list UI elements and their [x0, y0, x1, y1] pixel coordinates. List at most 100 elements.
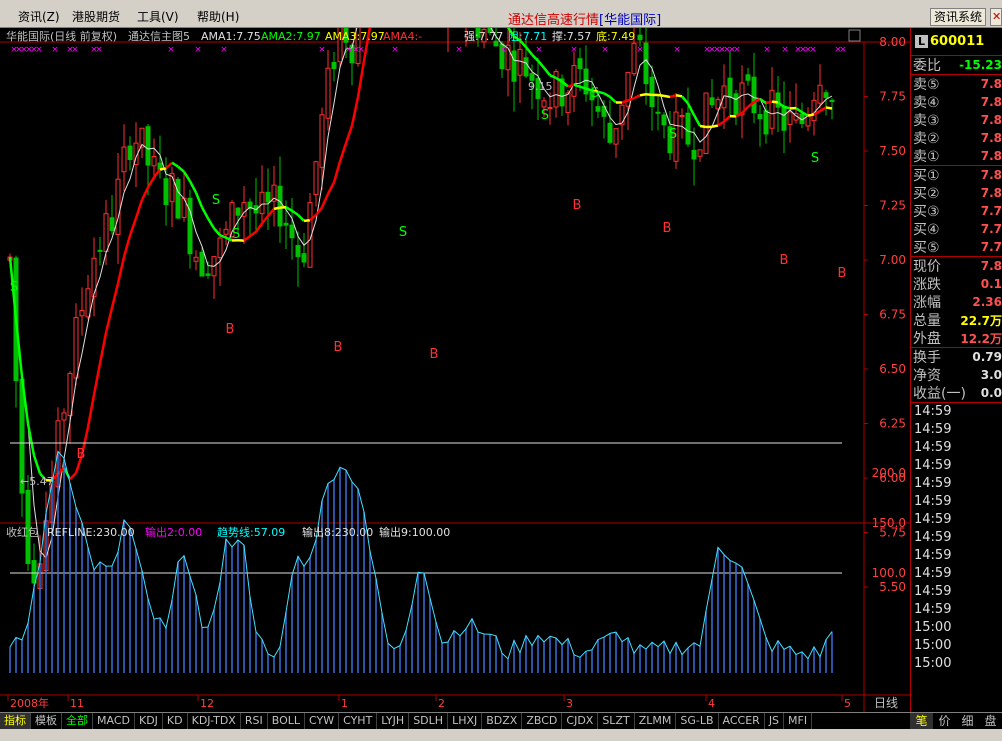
tab-slzt[interactable]: SLZT [598, 713, 635, 729]
ama-trend-line [243, 235, 251, 242]
signal-mark: × [51, 45, 59, 55]
signal-mark: × [194, 45, 202, 55]
tab-zlmm[interactable]: ZLMM [635, 713, 677, 729]
candle-body [607, 122, 613, 143]
app-title: 通达信高速行情[华能国际] [508, 9, 661, 28]
candle-body [187, 197, 193, 255]
buy-level-value: 7.7 [980, 222, 1002, 236]
candle-body [769, 89, 775, 129]
tab-sg-lb[interactable]: SG-LB [676, 713, 719, 729]
candle-body [73, 317, 79, 379]
tab-kdj[interactable]: KDJ [135, 713, 163, 729]
date-label: 1 [341, 697, 348, 710]
ama-trend-line [807, 113, 815, 117]
chart-restore-button[interactable] [848, 29, 861, 42]
stat-value: 2.36 [972, 295, 1002, 309]
tick-time: 15:00 [914, 620, 952, 635]
menu-hk-futures[interactable]: 港股期货 [72, 8, 120, 25]
fund-label: 换手 [913, 350, 941, 366]
tab-bdzx[interactable]: BDZX [482, 713, 523, 729]
header-di: 底:7.49 [596, 29, 635, 43]
sell-signal: S [212, 193, 220, 208]
ama-trend-line [537, 59, 545, 69]
buy-level-row: 买② 7.8 [911, 184, 1002, 202]
fund-value: 3.0 [980, 368, 1002, 382]
buy-level-row: 买③ 7.7 [911, 202, 1002, 220]
ama-trend-line [717, 120, 725, 127]
ama-trend-line [98, 332, 108, 364]
fund-row: 收益(一) 0.0 [911, 384, 1002, 402]
kline-chart[interactable]: 华能国际(日线 前复权) 通达信主图5 AMA1:7.75 AMA2:7.97 AMA3… [0, 28, 910, 712]
menu-help[interactable]: 帮助(H) [197, 8, 239, 25]
tab-全部[interactable]: 全部 [62, 713, 93, 729]
candle-body [511, 50, 517, 82]
tab-指标[interactable]: 指标 [0, 713, 31, 729]
stock-code[interactable]: 600011 [930, 34, 984, 49]
header-qiang: 强:7.77 [464, 30, 503, 43]
tab-kdj-tdx[interactable]: KDJ-TDX [188, 713, 241, 729]
header-ama3: AMA3:7.97 [325, 30, 385, 43]
tab-lhxj[interactable]: LHXJ [448, 713, 483, 729]
ama-trend-line [267, 208, 275, 217]
sell-level-row: 卖③ 7.8 [911, 111, 1002, 129]
ama-trend-line [104, 307, 114, 334]
candle-body [193, 256, 199, 262]
stat-value: 22.7万 [960, 313, 1002, 328]
tab-boll[interactable]: BOLL [268, 713, 305, 729]
high-annotation: 9.15 [528, 80, 553, 93]
menu-zixun[interactable]: 资讯(Z) [18, 8, 60, 25]
detail-tab[interactable]: 细 [956, 713, 979, 729]
indicator-tabs: 指标 模板 全部 MACD KDJ KD KDJ-TDX RSI BOLL CYW CYHT LYJH… [0, 712, 1002, 729]
weibi-label: 委比 [913, 58, 941, 74]
detail-tab[interactable]: 盘 [979, 713, 1002, 729]
level-badge: L [915, 35, 929, 48]
tab-zbcd[interactable]: ZBCD [522, 713, 563, 729]
menu-tools[interactable]: 工具(V) [137, 8, 179, 25]
stat-value: 0.1 [980, 277, 1002, 291]
ama-trend-line [663, 94, 671, 99]
buy-level-label: 买⑤ [913, 240, 940, 256]
detail-tab[interactable]: 笔 [910, 713, 933, 729]
tab-cjdx[interactable]: CJDX [562, 713, 599, 729]
buy-level-row: 买① 7.8 [911, 166, 1002, 184]
ama-trend-line [320, 193, 330, 208]
buy-signal: B [663, 221, 672, 236]
signal-mark: × [35, 45, 43, 55]
tick-time: 14:59 [914, 440, 952, 455]
tab-cyht[interactable]: CYHT [339, 713, 378, 729]
buy-signal: B [430, 347, 439, 362]
candle-body [175, 178, 181, 219]
tab-sdlh[interactable]: SDLH [409, 713, 449, 729]
candle-body [163, 178, 169, 206]
ama-trend-line [315, 206, 323, 216]
system-button[interactable]: 资讯系统 [930, 8, 987, 26]
detail-tab[interactable]: 价 [933, 713, 956, 729]
ama-trend-line [338, 142, 348, 162]
price-tick-label: 6.50 [879, 362, 906, 376]
candle-body [517, 48, 523, 76]
candle-body [289, 224, 295, 239]
tab-lyjh[interactable]: LYJH [377, 713, 410, 729]
tab-mfi[interactable]: MFI [784, 713, 813, 729]
signal-mark: × [601, 45, 609, 55]
signal-mark: × [455, 45, 463, 55]
tab-macd[interactable]: MACD [93, 713, 135, 729]
tab-js[interactable]: JS [765, 713, 785, 729]
tab-kd[interactable]: KD [163, 713, 188, 729]
price-tick-label: 7.25 [879, 199, 906, 213]
candle-body [265, 191, 271, 203]
ama-trend-line [356, 60, 366, 98]
tab-模板[interactable]: 模板 [31, 713, 62, 729]
close-icon[interactable]: ✕ [990, 8, 1002, 26]
tab-accer[interactable]: ACCER [719, 713, 765, 729]
sell-level-label: 卖④ [913, 95, 940, 111]
ama-trend-line [711, 124, 719, 129]
tab-cyw[interactable]: CYW [305, 713, 340, 729]
ama-trend-line [759, 97, 767, 105]
tick-times: 14:59 14:59 14:59 14:59 14:59 14:59 14:59 14:59… [911, 403, 1002, 673]
tab-rsi[interactable]: RSI [241, 713, 268, 729]
date-label: 2008年 [10, 696, 49, 710]
price-tick-label: 8.00 [879, 35, 906, 49]
sell-level-value: 7.8 [980, 113, 1002, 127]
candle-body [703, 92, 709, 154]
